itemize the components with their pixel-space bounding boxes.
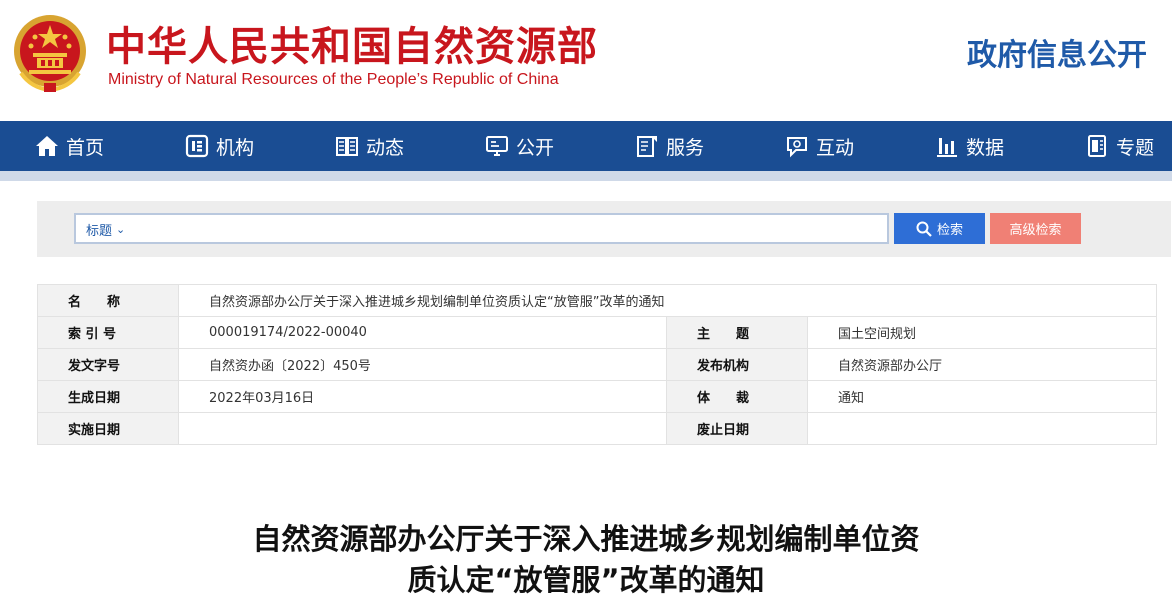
monitor-icon [486,136,508,156]
document-title-line: 自然资源部办公厅关于深入推进城乡规划编制单位资 [252,522,920,556]
gov-info-open-title[interactable]: 政府信息公开 [967,30,1147,74]
edit-icon [637,136,657,157]
nav-label: 服务 [666,136,705,159]
document-icon [1088,135,1106,157]
table-row: 名 称 自然资源部办公厅关于深入推进城乡规划编制单位资质认定“放管服”改革的通知 [37,284,1157,317]
nav-label: 数据 [966,136,1005,159]
nav-item-organization[interactable]: 机构 [185,121,254,171]
nav-item-open[interactable]: 公开 [485,121,554,171]
nav-item-data[interactable]: 数据 [935,121,1004,171]
docno-value: 自然资办函〔2022〕450号 [178,348,667,381]
search-icon [916,221,932,237]
nav-item-interaction[interactable]: 互动 [785,121,854,171]
table-row: 生成日期 2022年03月16日 体 裁 通知 [37,380,1157,413]
nav-item-topics[interactable]: 专题 [1085,121,1154,171]
site-header: 中华人民共和国自然资源部 Ministry of Natural Resourc… [0,0,1172,121]
nav-item-service[interactable]: 服务 [635,121,704,171]
nav-item-news[interactable]: 动态 [335,121,404,171]
nav-label: 专题 [1116,136,1155,159]
home-icon [36,136,58,156]
table-row: 发文字号 自然资办函〔2022〕450号 发布机构 自然资源部办公厅 [37,348,1157,381]
date-value: 2022年03月16日 [178,380,667,413]
search-button[interactable]: 检索 [894,213,985,244]
date-label: 生成日期 [37,380,179,413]
name-label: 名 称 [37,284,179,317]
search-bar: 标题 ⌄ [74,213,889,244]
bar-chart-icon [937,138,957,157]
docno-label: 发文字号 [37,348,179,381]
search-field-dropdown[interactable]: 标题 ⌄ [86,220,125,239]
subject-label: 主 题 [666,316,808,349]
table-row: 索 引 号 000019174/2022-00040 主 题 国土空间规划 [37,316,1157,349]
ministry-name-en[interactable]: Ministry of Natural Resources of the Peo… [108,71,559,89]
document-title: 自然资源部办公厅关于深入推进城乡规划编制单位资 质认定“放管服”改革的通知 [0,519,1172,601]
subject-value: 国土空间规划 [807,316,1157,349]
issuer-label: 发布机构 [666,348,808,381]
search-input[interactable] [136,217,876,240]
nav-label: 动态 [366,136,405,159]
nav-label: 首页 [66,136,105,159]
nav-item-home[interactable]: 首页 [35,121,104,171]
search-button-label: 检索 [936,222,963,237]
repeal-value [807,412,1157,445]
name-value: 自然资源部办公厅关于深入推进城乡规划编制单位资质认定“放管服”改革的通知 [178,284,1157,317]
index-value: 000019174/2022-00040 [178,316,667,349]
chat-icon [787,137,807,158]
effective-value [178,412,667,445]
advanced-search-button[interactable]: 高级检索 [990,213,1081,244]
index-label: 索 引 号 [37,316,179,349]
document-title-line: 质认定“放管服”改革的通知 [407,563,765,597]
table-row: 实施日期 废止日期 [37,412,1157,445]
search-field-label: 标题 [86,224,113,239]
genre-value: 通知 [807,380,1157,413]
nav-label: 互动 [816,136,855,159]
nav-label: 机构 [216,136,255,159]
ministry-name-cn[interactable]: 中华人民共和国自然资源部 [106,14,598,72]
genre-label: 体 裁 [666,380,808,413]
organization-icon [185,134,209,158]
chevron-down-icon: ⌄ [116,223,126,236]
national-emblem-icon[interactable] [11,13,89,93]
repeal-label: 废止日期 [666,412,808,445]
issuer-value: 自然资源部办公厅 [807,348,1157,381]
effective-label: 实施日期 [37,412,179,445]
nav-label: 公开 [516,136,555,159]
main-nav: 首页 机构 动态 公开 服务 互动 数据 专题 [0,121,1172,171]
book-icon [336,137,358,156]
document-info-table: 名 称 自然资源部办公厅关于深入推进城乡规划编制单位资质认定“放管服”改革的通知… [37,284,1157,445]
nav-divider [0,171,1172,181]
